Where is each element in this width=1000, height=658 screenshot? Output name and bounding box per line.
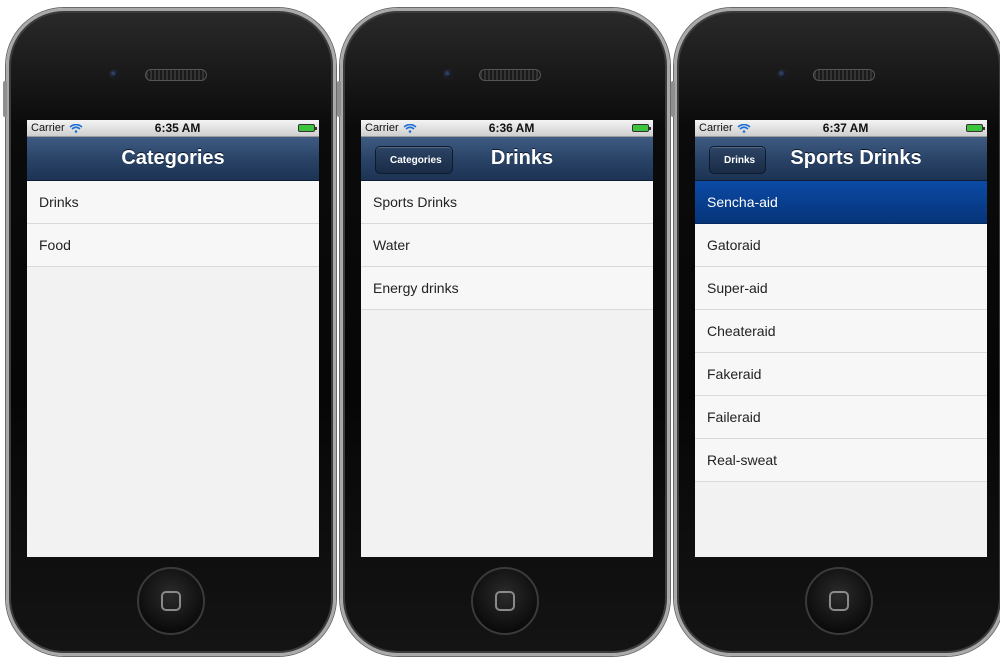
wifi-icon xyxy=(737,123,751,133)
navigation-bar: Drinks Sports Drinks xyxy=(695,137,987,181)
list-item[interactable]: Food xyxy=(27,224,319,267)
home-button[interactable] xyxy=(471,567,539,635)
sports-drinks-list: Sencha-aid Gatoraid Super-aid Cheateraid… xyxy=(695,181,987,482)
battery-icon xyxy=(298,124,317,132)
phone-1: Carrier 6:35 AM Categories Drinks Food xyxy=(3,8,336,656)
home-button-icon xyxy=(829,591,849,611)
speaker-icon xyxy=(479,69,541,81)
phone-3: Carrier 6:37 AM Drinks Sports Drinks Sen… xyxy=(671,8,1000,656)
list-item[interactable]: Faileraid xyxy=(695,396,987,439)
home-button[interactable] xyxy=(137,567,205,635)
navigation-bar: Categories xyxy=(27,137,319,181)
list-item[interactable]: Super-aid xyxy=(695,267,987,310)
phone-bezel-top xyxy=(677,11,1000,121)
phone-bezel-top xyxy=(343,11,667,121)
carrier-label: Carrier xyxy=(699,122,733,134)
list-item[interactable]: Fakeraid xyxy=(695,353,987,396)
status-time: 6:36 AM xyxy=(488,121,535,135)
list-item[interactable]: Real-sweat xyxy=(695,439,987,482)
nav-title: Drinks xyxy=(490,147,554,169)
status-time: 6:35 AM xyxy=(154,121,201,135)
nav-title: Sports Drinks xyxy=(790,147,922,169)
status-bar: Carrier 6:36 AM xyxy=(361,120,653,137)
home-button-icon xyxy=(161,591,181,611)
phone-2: Carrier 6:36 AM Categories Drinks Sports… xyxy=(337,8,670,656)
battery-icon xyxy=(632,124,651,132)
list-item[interactable]: Cheateraid xyxy=(695,310,987,353)
camera-icon xyxy=(109,69,119,79)
navigation-bar: Categories Drinks xyxy=(361,137,653,181)
list-item[interactable]: Water xyxy=(361,224,653,267)
list-item[interactable]: Sports Drinks xyxy=(361,181,653,224)
status-time: 6:37 AM xyxy=(822,121,869,135)
status-bar: Carrier 6:37 AM xyxy=(695,120,987,137)
list-item[interactable]: Gatoraid xyxy=(695,224,987,267)
list-item[interactable]: Energy drinks xyxy=(361,267,653,310)
carrier-label: Carrier xyxy=(31,122,65,134)
drinks-list: Sports Drinks Water Energy drinks xyxy=(361,181,653,310)
home-button-icon xyxy=(495,591,515,611)
battery-icon xyxy=(966,124,985,132)
category-list: Drinks Food xyxy=(27,181,319,267)
wifi-icon xyxy=(403,123,417,133)
back-button-label: Categories xyxy=(390,154,442,166)
speaker-icon xyxy=(813,69,875,81)
home-button[interactable] xyxy=(805,567,873,635)
phone-bezel-top xyxy=(9,11,333,121)
back-button[interactable]: Categories xyxy=(375,146,453,174)
screen: Carrier 6:35 AM Categories Drinks Food xyxy=(27,120,319,557)
camera-icon xyxy=(443,69,453,79)
status-bar: Carrier 6:35 AM xyxy=(27,120,319,137)
screen: Carrier 6:36 AM Categories Drinks Sports… xyxy=(361,120,653,557)
camera-icon xyxy=(777,69,787,79)
nav-title: Categories xyxy=(121,147,225,169)
list-item-selected[interactable]: Sencha-aid xyxy=(695,181,987,224)
speaker-icon xyxy=(145,69,207,81)
list-item[interactable]: Drinks xyxy=(27,181,319,224)
screen: Carrier 6:37 AM Drinks Sports Drinks Sen… xyxy=(695,120,987,557)
wifi-icon xyxy=(69,123,83,133)
carrier-label: Carrier xyxy=(365,122,399,134)
back-button[interactable]: Drinks xyxy=(709,146,767,174)
back-button-label: Drinks xyxy=(724,154,756,166)
